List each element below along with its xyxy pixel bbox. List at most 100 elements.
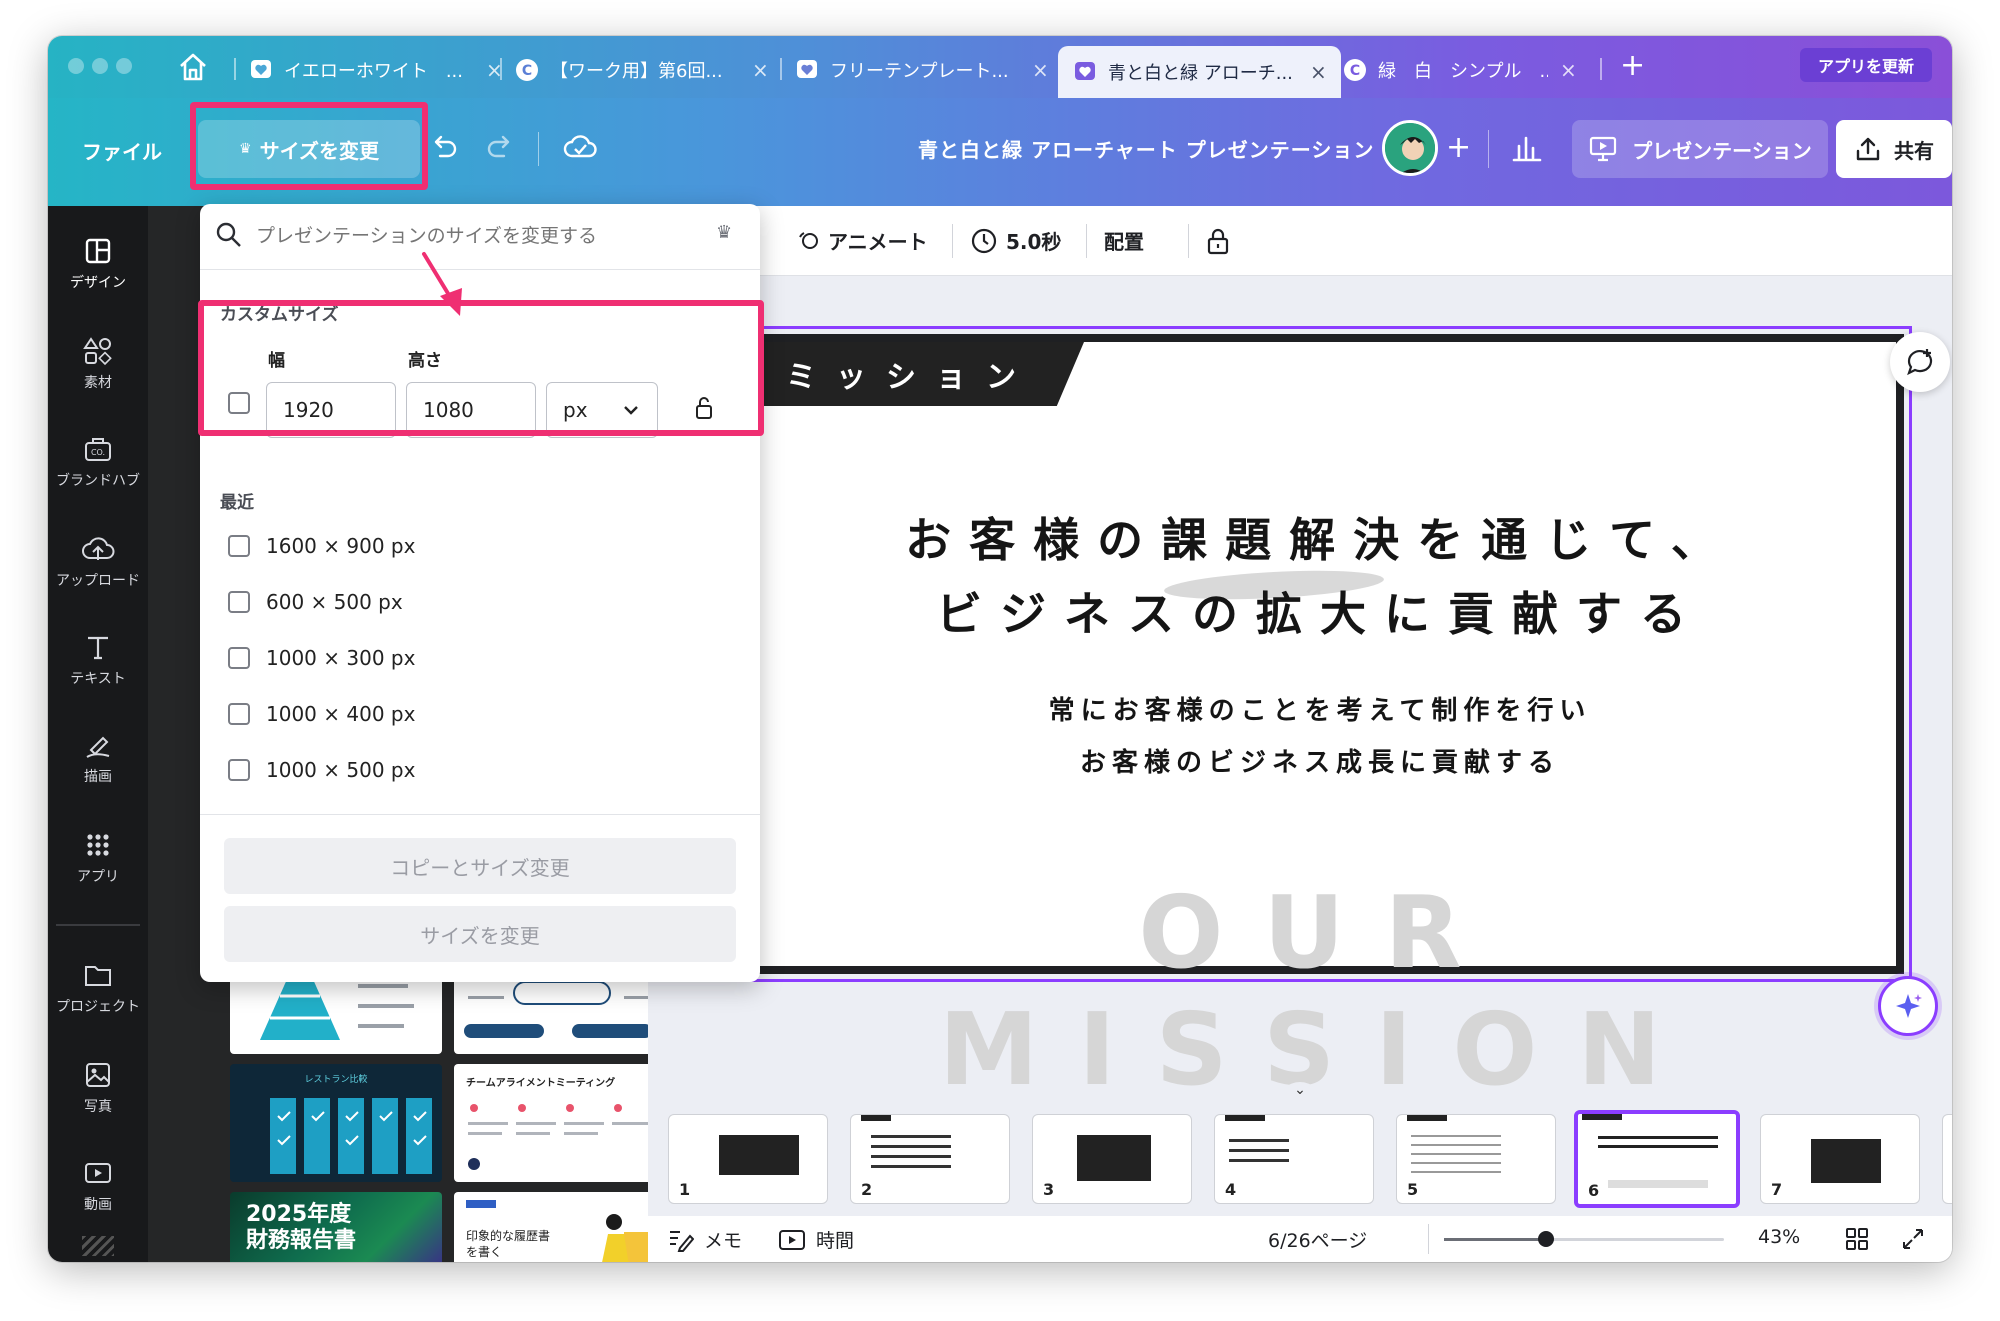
close-icon[interactable]: × [1032, 58, 1049, 82]
close-icon[interactable]: × [752, 58, 769, 82]
sidebar-item-apps[interactable]: アプリ [48, 828, 148, 886]
recent-size-option[interactable]: 1000 × 500 px [228, 758, 415, 782]
checkbox[interactable] [228, 647, 250, 669]
present-button[interactable]: プレゼンテーション [1572, 120, 1828, 178]
zoom-level[interactable]: 43% [1758, 1226, 1800, 1248]
zoom-slider[interactable] [1444, 1231, 1724, 1247]
notes-pen-icon [668, 1228, 694, 1252]
update-app-button[interactable]: アプリを更新 [1800, 48, 1933, 82]
tab-green-white-simple[interactable]: C 緑 白 シンプル ... × [1342, 48, 1577, 92]
tab-yellow-white[interactable]: イエローホワイト ... × [248, 48, 503, 92]
tab-active-arrow-chart[interactable]: 青と白と緑 アローチ... × [1058, 46, 1341, 98]
page-thumbnail[interactable]: 1 [668, 1114, 828, 1204]
checkbox[interactable] [228, 759, 250, 781]
file-menu[interactable]: ファイル [82, 136, 162, 165]
page-thumbnail[interactable]: 5 [1396, 1114, 1556, 1204]
page-thumbnail[interactable] [1942, 1114, 1952, 1204]
app-window: イエローホワイト ... × C 【ワーク用】第6回... × フリーテンプレー… [48, 36, 1952, 1262]
page-indicator[interactable]: 6/26ページ [1268, 1226, 1367, 1253]
template-card-financial-report[interactable]: 2025年度 財務報告書 [230, 1192, 442, 1262]
animate-icon [796, 229, 820, 253]
add-comment-icon[interactable] [1890, 332, 1950, 392]
document-title[interactable]: 青と白と緑 アローチャート プレゼンテーション [918, 134, 1374, 163]
briefcase-icon: CO. [48, 432, 148, 466]
sidebar-item-draw[interactable]: 描画 [48, 728, 148, 786]
slide-subtext-line-2[interactable]: お客様のビジネス成長に貢献する [744, 742, 1896, 779]
window-close-dot[interactable] [68, 58, 84, 74]
tab-work-6[interactable]: C 【ワーク用】第6回... × [514, 48, 769, 92]
slide-background-text[interactable]: OUR MISSION [744, 874, 1896, 1108]
page-thumbnail[interactable]: 7 [1760, 1114, 1920, 1204]
avatar[interactable] [1382, 120, 1438, 176]
recent-size-option[interactable]: 1000 × 400 px [228, 702, 415, 726]
insights-chart-icon[interactable] [1508, 128, 1546, 166]
checkbox[interactable] [228, 703, 250, 725]
lock-icon[interactable] [1204, 226, 1232, 256]
page-thumbnail[interactable]: 4 [1214, 1114, 1374, 1204]
grid-view-icon[interactable] [1844, 1226, 1870, 1252]
resize-search[interactable]: ♛ [200, 204, 760, 270]
checkbox[interactable] [228, 591, 250, 613]
fullscreen-icon[interactable] [1900, 1226, 1926, 1252]
share-button[interactable]: 共有 [1836, 120, 1952, 178]
window-minimize-dot[interactable] [92, 58, 108, 74]
home-icon[interactable] [176, 50, 210, 84]
redo-icon[interactable] [484, 130, 518, 164]
sidebar-item-projects[interactable]: プロジェクト [48, 958, 148, 1016]
undo-icon[interactable] [426, 130, 460, 164]
template-card-resume[interactable]: 印象的な履歴書 を書く [454, 1192, 666, 1262]
more-apps-icon[interactable] [82, 1236, 114, 1256]
sidebar-item-photos[interactable]: 写真 [48, 1058, 148, 1116]
checkbox[interactable] [228, 535, 250, 557]
sidebar-item-design[interactable]: デザイン [48, 224, 148, 298]
resize-confirm-button[interactable]: サイズを変更 [224, 906, 736, 962]
sidebar-item-brand-hub[interactable]: CO. ブランドハブ [48, 432, 148, 490]
template-card-team-alignment[interactable]: チームアライメントミーティング [454, 1064, 666, 1182]
mission-tag[interactable]: ミッション [744, 342, 1084, 406]
window-zoom-dot[interactable] [116, 58, 132, 74]
image-icon [48, 1058, 148, 1092]
zoom-slider-handle[interactable] [1538, 1231, 1554, 1247]
template-card-restaurant[interactable]: レストラン比較 [230, 1064, 442, 1182]
close-icon[interactable]: × [1310, 60, 1327, 84]
search-icon [214, 220, 244, 250]
cloud-saved-icon[interactable] [562, 130, 598, 164]
page-thumbnail-selected[interactable]: 6 [1574, 1110, 1740, 1208]
recent-size-option[interactable]: 1000 × 300 px [228, 646, 415, 670]
play-timer-icon [778, 1228, 806, 1252]
folder-icon [48, 958, 148, 992]
tab-free-template[interactable]: フリーテンプレート... × [794, 48, 1049, 92]
page-thumbnail[interactable]: 3 [1032, 1114, 1192, 1204]
sidebar-divider [56, 924, 140, 926]
add-collaborator-icon[interactable]: + [1446, 130, 1471, 165]
share-upload-icon [1854, 135, 1882, 163]
resize-search-input[interactable] [256, 218, 696, 254]
annotation-arrow-icon [418, 250, 478, 334]
layout-icon [48, 234, 148, 268]
highlight-box-resize-button [190, 102, 428, 190]
browser-tab-bar: イエローホワイト ... × C 【ワーク用】第6回... × フリーテンプレー… [48, 36, 1952, 98]
new-tab-plus-icon[interactable]: + [1620, 48, 1645, 83]
close-icon[interactable]: × [1560, 58, 1577, 82]
sidebar-item-videos[interactable]: 動画 [48, 1156, 148, 1214]
animate-button[interactable]: アニメート [796, 226, 928, 255]
slide-heading-line-2[interactable]: ビジネスの拡大に貢献する [744, 578, 1896, 644]
recent-size-option[interactable]: 600 × 500 px [228, 590, 403, 614]
cloud-upload-icon [48, 532, 148, 566]
slide-6[interactable]: ミッション お客様の課題解決を通じて、 ビジネスの拡大に貢献する 常にお客様のこ… [736, 334, 1904, 1108]
timer-button[interactable]: 時間 [778, 1226, 854, 1253]
duration-button[interactable]: 5.0秒 [970, 226, 1061, 255]
notes-button[interactable]: メモ [668, 1226, 742, 1253]
copy-and-resize-button[interactable]: コピーとサイズ変更 [224, 838, 736, 894]
magic-sparkle-icon[interactable] [1878, 976, 1938, 1036]
recent-size-option[interactable]: 1600 × 900 px [228, 534, 415, 558]
heart-icon [248, 57, 274, 83]
page-thumbnail[interactable]: 2 [850, 1114, 1010, 1204]
slide-heading-line-1[interactable]: お客様の課題解決を通じて、 [744, 504, 1896, 570]
arrange-button[interactable]: 配置 [1104, 226, 1144, 255]
sidebar-item-elements[interactable]: 素材 [48, 334, 148, 392]
heart-icon [794, 57, 820, 83]
slide-subtext-line-1[interactable]: 常にお客様のことを考えて制作を行い [744, 690, 1896, 727]
sidebar-item-uploads[interactable]: アップロード [48, 532, 148, 590]
sidebar-item-text[interactable]: テキスト [48, 630, 148, 688]
